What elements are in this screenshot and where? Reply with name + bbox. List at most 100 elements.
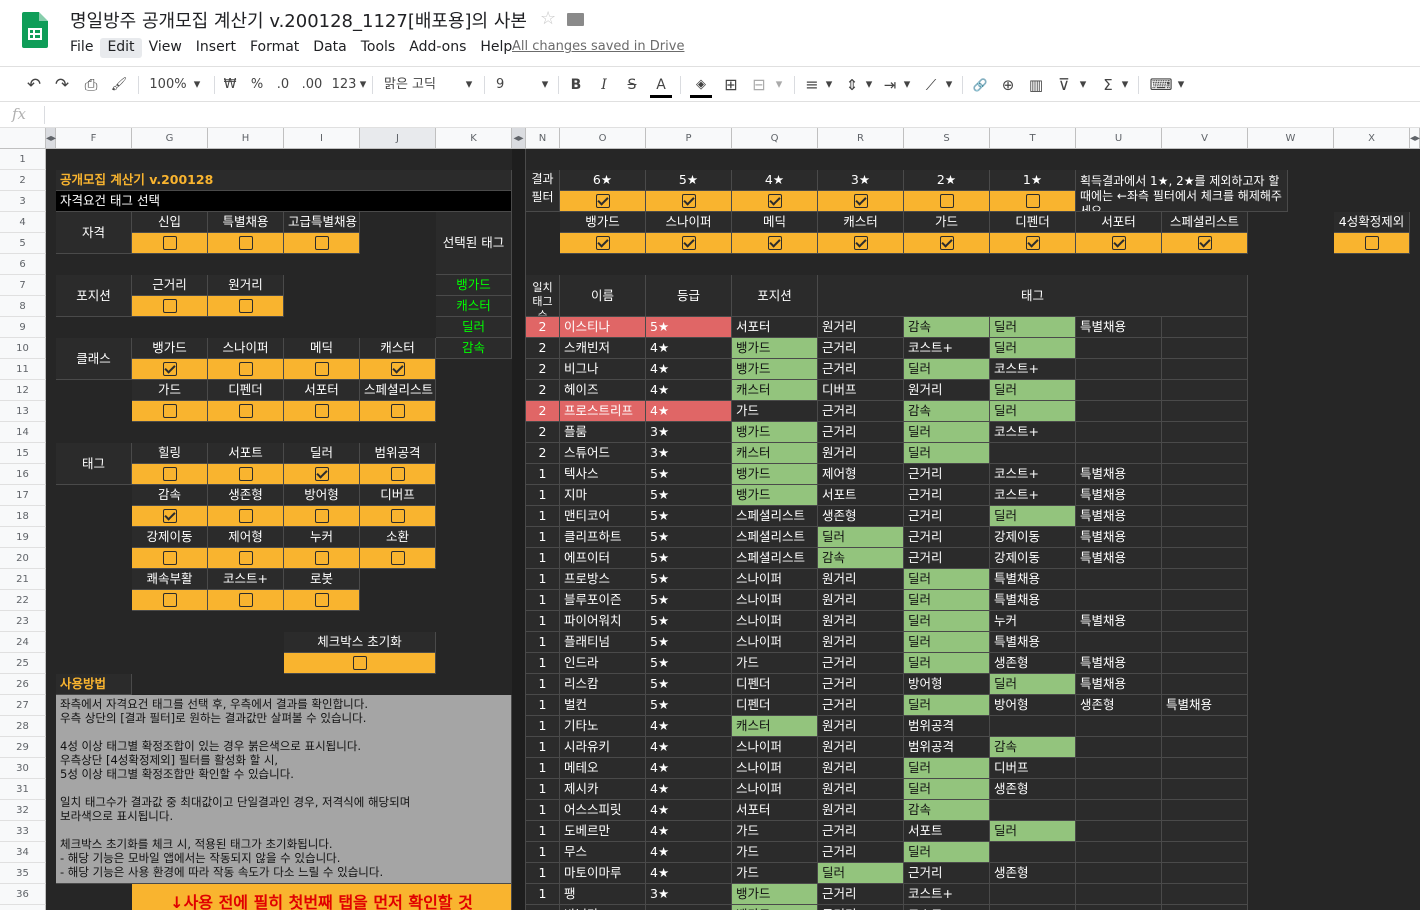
row-header[interactable]: 21 — [0, 569, 46, 590]
tag-checkbox[interactable] — [284, 548, 360, 569]
operator-name[interactable]: 이스티나 — [560, 317, 646, 338]
tag-checkbox[interactable] — [208, 506, 284, 527]
checkbox[interactable] — [596, 236, 610, 250]
chevron-down-icon[interactable]: ▾ — [822, 74, 836, 96]
row-header[interactable]: 6 — [0, 254, 46, 275]
checkbox[interactable] — [768, 236, 782, 250]
row-header[interactable]: 11 — [0, 359, 46, 380]
font-select[interactable]: 맑은 고딕 — [384, 74, 458, 96]
operator-name[interactable]: 플룸 — [560, 422, 646, 443]
class-checkbox[interactable] — [360, 401, 436, 422]
text-wrap-icon[interactable]: ⇥ — [880, 74, 900, 96]
italic-icon[interactable]: I — [596, 74, 612, 96]
operator-name[interactable]: 클리프하트 — [560, 527, 646, 548]
checkbox[interactable] — [163, 551, 177, 565]
checkbox[interactable] — [682, 194, 696, 208]
position-checkbox[interactable] — [208, 296, 284, 317]
checkbox[interactable] — [1026, 194, 1040, 208]
row-header[interactable]: 2 — [0, 170, 46, 191]
class-filter-checkbox[interactable] — [1162, 233, 1248, 254]
row-header[interactable]: 36 — [0, 884, 46, 905]
star-filter-checkbox[interactable] — [646, 191, 732, 212]
checkbox[interactable] — [315, 404, 329, 418]
checkbox[interactable] — [596, 194, 610, 208]
operator-name[interactable]: 플래티넘 — [560, 632, 646, 653]
column-header-S[interactable]: S — [904, 128, 990, 149]
tag-checkbox[interactable] — [284, 464, 360, 485]
row-header[interactable]: 25 — [0, 653, 46, 674]
checkbox[interactable] — [239, 404, 253, 418]
checkbox[interactable] — [315, 362, 329, 376]
row-header[interactable]: 4 — [0, 212, 46, 233]
row-header[interactable]: 23 — [0, 611, 46, 632]
row-header[interactable]: 20 — [0, 548, 46, 569]
column-header-X[interactable]: X — [1334, 128, 1410, 149]
operator-name[interactable]: 마토이마루 — [560, 863, 646, 884]
row-header[interactable]: 7 — [0, 275, 46, 296]
row-header[interactable]: 32 — [0, 800, 46, 821]
row-header[interactable]: 24 — [0, 632, 46, 653]
checkbox[interactable] — [239, 299, 253, 313]
row-header[interactable]: 27 — [0, 695, 46, 716]
column-header-U[interactable]: U — [1076, 128, 1162, 149]
document-title[interactable]: 명일방주 공개모집 계산기 v.200128_1127[배포용]의 사본 — [70, 7, 527, 33]
checkbox[interactable] — [163, 299, 177, 313]
checkbox[interactable] — [1365, 236, 1379, 250]
checkbox[interactable] — [239, 362, 253, 376]
class-filter-checkbox[interactable] — [732, 233, 818, 254]
checkbox[interactable] — [163, 404, 177, 418]
tag-checkbox[interactable] — [132, 464, 208, 485]
star-filter-checkbox[interactable] — [560, 191, 646, 212]
insert-comment-icon[interactable]: ⊕ — [998, 74, 1018, 96]
row-header[interactable]: 15 — [0, 443, 46, 464]
operator-name[interactable]: 어스스피릿 — [560, 800, 646, 821]
qualification-checkbox[interactable] — [284, 233, 360, 254]
operator-name[interactable]: 기타노 — [560, 716, 646, 737]
operator-name[interactable]: 지마 — [560, 485, 646, 506]
tag-checkbox[interactable] — [284, 590, 360, 611]
chevron-down-icon[interactable]: ▾ — [1076, 74, 1090, 96]
column-header-F[interactable]: F — [56, 128, 132, 149]
checkbox[interactable] — [163, 593, 177, 607]
operator-name[interactable]: 메테오 — [560, 758, 646, 779]
chevron-down-icon[interactable]: ▾ — [358, 74, 368, 96]
operator-name[interactable]: 파이어워치 — [560, 611, 646, 632]
checkbox[interactable] — [391, 551, 405, 565]
column-header-P[interactable]: P — [646, 128, 732, 149]
chevron-down-icon[interactable]: ▾ — [942, 74, 956, 96]
checkbox[interactable] — [391, 467, 405, 481]
column-header-R[interactable]: R — [818, 128, 904, 149]
checkbox[interactable] — [315, 236, 329, 250]
column-header-N[interactable]: N — [526, 128, 560, 149]
checkbox[interactable] — [682, 236, 696, 250]
insert-link-icon[interactable]: 🔗 — [970, 74, 990, 96]
column-header-I[interactable]: I — [284, 128, 360, 149]
column-header-Q[interactable]: Q — [732, 128, 818, 149]
column-header-K[interactable]: K — [436, 128, 512, 149]
menu-file[interactable]: File — [63, 38, 100, 58]
star-icon[interactable]: ☆ — [540, 8, 556, 29]
checkbox[interactable] — [391, 404, 405, 418]
print-icon[interactable]: ⎙ — [80, 74, 102, 96]
merge-cells-icon[interactable]: ⊟ — [748, 74, 770, 96]
tag-checkbox[interactable] — [360, 464, 436, 485]
checkbox[interactable] — [315, 551, 329, 565]
row-header[interactable]: 9 — [0, 317, 46, 338]
qualification-checkbox[interactable] — [132, 233, 208, 254]
decrease-decimal-button[interactable]: .0 — [272, 74, 294, 96]
undo-icon[interactable]: ↶ — [24, 74, 44, 96]
checkbox[interactable] — [163, 362, 177, 376]
operator-name[interactable]: 스캐빈저 — [560, 338, 646, 359]
row-header[interactable]: 35 — [0, 863, 46, 884]
operator-name[interactable]: 맨티코어 — [560, 506, 646, 527]
row-header[interactable]: 33 — [0, 821, 46, 842]
operator-name[interactable]: 무스 — [560, 842, 646, 863]
checkbox[interactable] — [391, 362, 405, 376]
class-filter-checkbox[interactable] — [990, 233, 1076, 254]
row-header[interactable]: 30 — [0, 758, 46, 779]
tag-checkbox[interactable] — [360, 506, 436, 527]
class-filter-checkbox[interactable] — [1076, 233, 1162, 254]
operator-name[interactable]: 팽 — [560, 884, 646, 905]
row-header[interactable]: 10 — [0, 338, 46, 359]
row-header[interactable]: 31 — [0, 779, 46, 800]
